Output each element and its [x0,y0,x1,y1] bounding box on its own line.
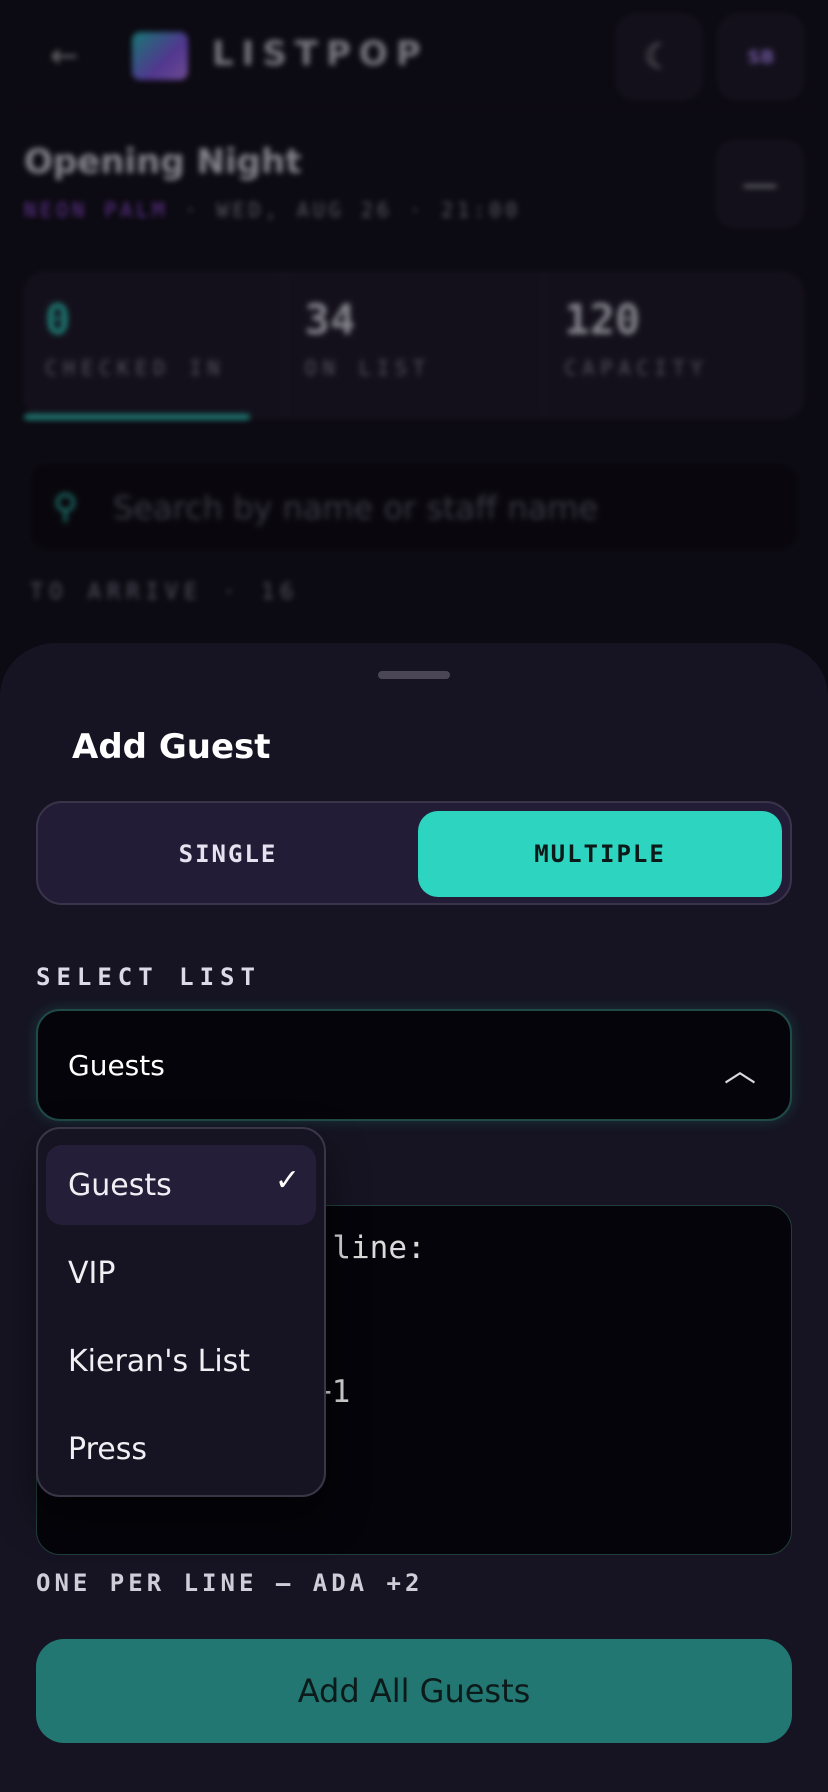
menu-button[interactable]: — [716,140,804,228]
option-label: Press [68,1431,147,1467]
option-label: VIP [68,1255,116,1291]
chevron-up-icon: ︿ [723,1051,756,1089]
background-page: ← LISTPOP ☾ SB Opening Night NEON PALM ·… [0,0,828,700]
stat-label: CAPACITY [564,356,709,380]
mode-segmented-control: SINGLE MULTIPLE [36,801,792,905]
add-all-guests-button[interactable]: Add All Guests [36,1639,792,1743]
back-arrow-icon[interactable]: ← [50,36,79,76]
listpop-logo-icon [132,32,188,80]
event-datetime: · WED, AUG 26 · 21:00 [168,198,522,222]
stat-label: ON LIST [304,356,431,380]
dropdown-option-guests[interactable]: Guests ✓ [46,1145,316,1225]
theme-toggle-button[interactable]: ☾ [616,14,702,100]
list-dropdown-menu: Guests ✓ VIP Kieran's List Press [36,1127,326,1497]
section-header: TO ARRIVE · 16 [30,580,300,605]
format-hint: ONE PER LINE — ADA +2 [36,1569,424,1597]
stat-checked-in: 0 CHECKED IN [25,273,285,417]
top-bar: ← LISTPOP ☾ SB [0,0,828,110]
stat-value: 0 [45,295,71,344]
stat-on-list: 34 ON LIST [285,273,545,417]
search-placeholder: Search by name or staff name [113,489,599,527]
checkmark-icon: ✓ [274,1163,300,1198]
event-title: Opening Night [24,142,302,182]
checkin-progress-bar [24,414,804,420]
moon-icon: ☾ [643,37,675,77]
search-icon: ⚲ [53,487,78,527]
brand-name: LISTPOP [212,34,429,74]
stat-label: CHECKED IN [45,356,226,380]
dropdown-option-press[interactable]: Press [46,1409,316,1489]
option-label: Kieran's List [68,1343,251,1379]
search-field[interactable]: ⚲ Search by name or staff name [28,462,800,552]
sheet-title: Add Guest [72,727,271,767]
dropdown-option-vip[interactable]: VIP [46,1233,316,1313]
stat-value: 120 [564,295,641,344]
tab-single[interactable]: SINGLE [46,811,410,897]
stat-value: 34 [304,295,356,344]
list-select[interactable]: Guests ︿ [36,1009,792,1121]
event-subtitle: NEON PALM · WED, AUG 26 · 21:00 [24,198,521,222]
sheet-drag-handle[interactable] [378,671,450,679]
progress-fill [24,414,251,420]
avatar-button[interactable]: SB [718,14,804,100]
tab-multiple[interactable]: MULTIPLE [418,811,782,897]
option-label: Guests [68,1167,172,1203]
avatar-initials: SB [747,46,775,68]
selected-list-value: Guests [68,1049,165,1082]
select-list-label: SELECT LIST [36,963,261,991]
venue-name: NEON PALM [24,198,169,222]
dash-icon: — [742,163,778,205]
dropdown-option-kierans-list[interactable]: Kieran's List [46,1321,316,1401]
stats-card: 0 CHECKED IN 34 ON LIST 120 CAPACITY [24,272,804,418]
stat-capacity: 120 CAPACITY [544,273,803,417]
